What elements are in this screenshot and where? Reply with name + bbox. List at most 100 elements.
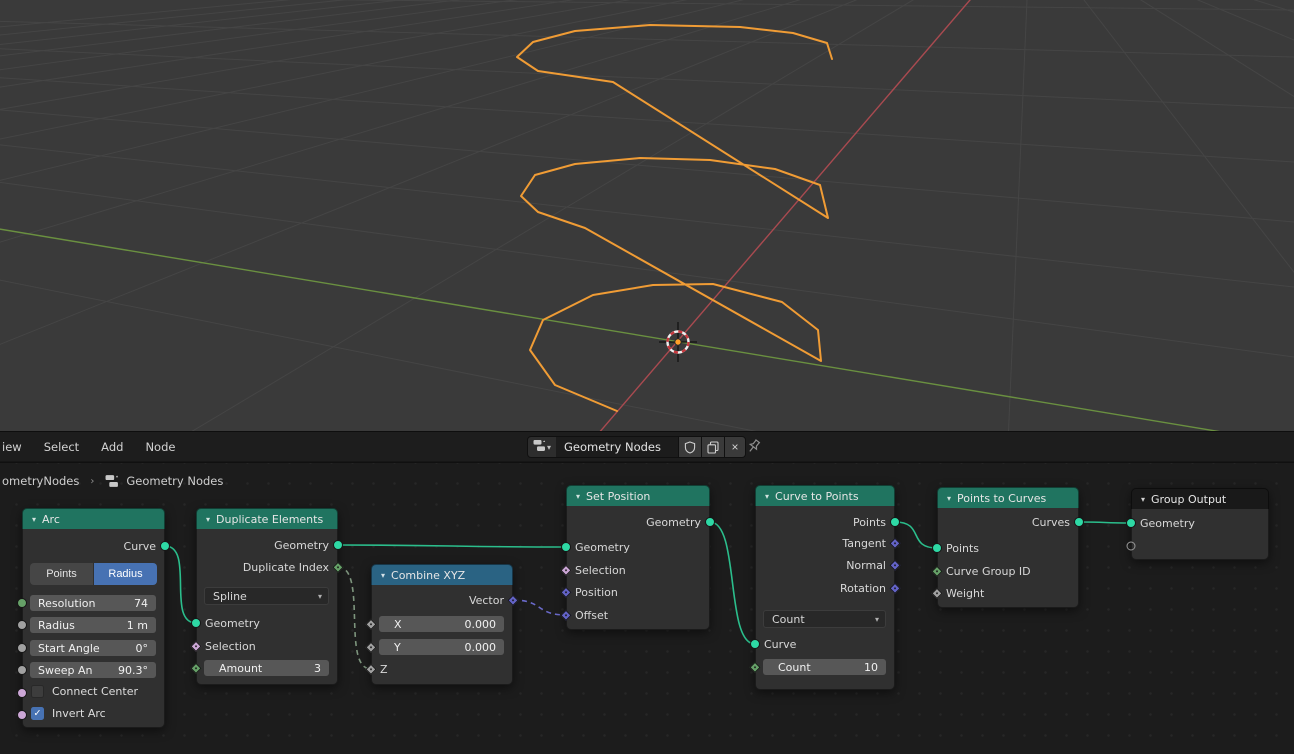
checkbox-box[interactable]: ✓ [31,707,44,720]
field-label: Radius [38,619,75,632]
checkbox-invert-arc[interactable]: ✓Invert Arc [31,707,106,720]
node-link[interactable] [338,567,371,669]
field-label: Sweep An [38,664,93,677]
node-title: Group Output [1151,493,1226,506]
input-selection: Selection [566,561,710,579]
output-curve: Curve [22,537,165,555]
socket-label: Points [853,516,886,529]
node-link[interactable] [895,522,937,548]
dropdown-spline[interactable]: Spline ▾ [204,587,329,605]
field-x[interactable]: X 0.000 [379,616,504,632]
node-link[interactable] [338,545,566,547]
node-arc[interactable]: ▾ArcCurvePointsRadiusResolution74Radius1… [22,508,165,728]
node-tree-name-field[interactable]: Geometry Nodes [556,437,678,457]
field-value: 74 [134,597,148,610]
socket-label: Vector [469,594,504,607]
node-header-set-position[interactable]: ▾ Set Position [566,485,710,506]
collapse-chevron-icon[interactable]: ▾ [947,494,951,503]
socket-label: Normal [846,559,886,572]
node-link[interactable] [1079,522,1131,523]
field-label: Resolution [38,597,95,610]
chevron-down-icon: ▾ [318,592,322,601]
mode-toggle: PointsRadius [30,563,157,585]
field-radius[interactable]: Radius1 m [30,617,156,633]
node-title: Set Position [586,490,650,503]
checkbox-box[interactable] [31,685,44,698]
chevron-down-icon: ▾ [547,443,551,452]
node-links-layer [0,0,1294,754]
menu-node[interactable]: Node [134,432,186,462]
checkbox-connect-center[interactable]: Connect Center [31,685,138,698]
collapse-chevron-icon[interactable]: ▾ [576,492,580,501]
menu-select[interactable]: Select [33,432,90,462]
unlink-button[interactable]: × [725,437,745,457]
input-curve: Curve [755,635,895,653]
field-resolution[interactable]: Resolution 74 [30,595,156,611]
node-tree-icon [105,474,119,488]
dropdown-count[interactable]: Count▾ [763,610,886,628]
node-header-points-to-curves[interactable]: ▾Points to Curves [937,487,1079,508]
input-geometry: Geometry [196,614,338,632]
field-count[interactable]: Count10 [763,659,886,675]
field-amount[interactable]: Amount3 [204,660,329,676]
node-points-to-curves[interactable]: ▾Points to CurvesCurvesPointsCurve Group… [937,487,1079,608]
node-title: Duplicate Elements [216,513,323,526]
output-rotation: Rotation [755,579,895,597]
node-set-position[interactable]: ▾Set PositionGeometryGeometrySelectionPo… [566,485,710,630]
node-editor-header-bar: iew Select Add Node ▾ Geometry Nodes × [0,431,1294,462]
toggle-option-radius[interactable]: Radius [94,563,157,585]
breadcrumb: ometryNodes › Geometry Nodes [2,472,223,490]
node-header-duplicate-elements[interactable]: ▾ Duplicate Elements [196,508,338,529]
node-title: Curve to Points [775,490,859,503]
socket-label: Z [380,663,388,676]
field-label: X [394,618,402,631]
browse-node-tree-button[interactable]: ▾ [528,437,556,457]
node-duplicate-elements[interactable]: ▾ Duplicate Elements Geometry Duplicate Ind… [196,508,338,685]
input-selection: Selection [196,637,338,655]
output-curves: Curves [937,513,1079,531]
node-combine-xyz[interactable]: ▾ Combine XYZ Vector X 0.000 Y0.000 Z [371,564,513,685]
node-header-arc[interactable]: ▾Arc [22,508,165,529]
collapse-chevron-icon[interactable]: ▾ [381,571,385,580]
pin-icon[interactable] [746,438,762,456]
node-header-combine-xyz[interactable]: ▾ Combine XYZ [371,564,513,585]
node-group-output[interactable]: ▾Group OutputGeometry [1131,488,1269,560]
output-geometry: Geometry [566,513,710,531]
field-label: Count [778,661,811,674]
output-vector: Vector [371,591,513,609]
node-header-group-output[interactable]: ▾ Group Output [1131,488,1269,509]
dropdown-value: Count [772,613,805,626]
node-header-curve-to-points[interactable]: ▾ Curve to Points [755,485,895,506]
socket-label: Curve Group ID [946,565,1031,578]
socket-label: Position [575,586,618,599]
dropdown-value: Spline [213,590,247,603]
input-curve-group-id: Curve Group ID [937,562,1079,580]
field-value: 0.000 [465,618,497,631]
collapse-chevron-icon[interactable]: ▾ [32,515,36,524]
node-link[interactable] [710,522,755,644]
output-geometry: Geometry [196,536,338,554]
menu-add[interactable]: Add [90,432,134,462]
node-curve-to-points[interactable]: ▾Curve to PointsPointsTangentNormalRotat… [755,485,895,690]
toggle-option-points[interactable]: Points [30,563,93,585]
field-label: Y [394,641,401,654]
field-sweep-an[interactable]: Sweep An 90.3° [30,662,156,678]
field-value: 90.3° [118,664,148,677]
field-start-angle[interactable]: Start Angle0° [30,640,156,656]
duplicate-datablock-button[interactable] [702,437,724,457]
fake-user-shield-button[interactable] [679,437,701,457]
collapse-chevron-icon[interactable]: ▾ [1141,495,1145,504]
collapse-chevron-icon[interactable]: ▾ [206,515,210,524]
node-title: Combine XYZ [391,569,465,582]
breadcrumb-root[interactable]: ometryNodes [2,474,79,488]
output-points: Points [755,513,895,531]
menu-view[interactable]: iew [0,432,33,462]
field-y[interactable]: Y0.000 [379,639,504,655]
collapse-chevron-icon[interactable]: ▾ [765,492,769,501]
node-link[interactable] [165,546,196,623]
input-weight: Weight [937,584,1079,602]
output-normal: Normal [755,556,895,574]
node-link[interactable] [513,600,566,615]
output-duplicate-index: Duplicate Index [196,558,338,576]
socket-label: Duplicate Index [243,561,329,574]
